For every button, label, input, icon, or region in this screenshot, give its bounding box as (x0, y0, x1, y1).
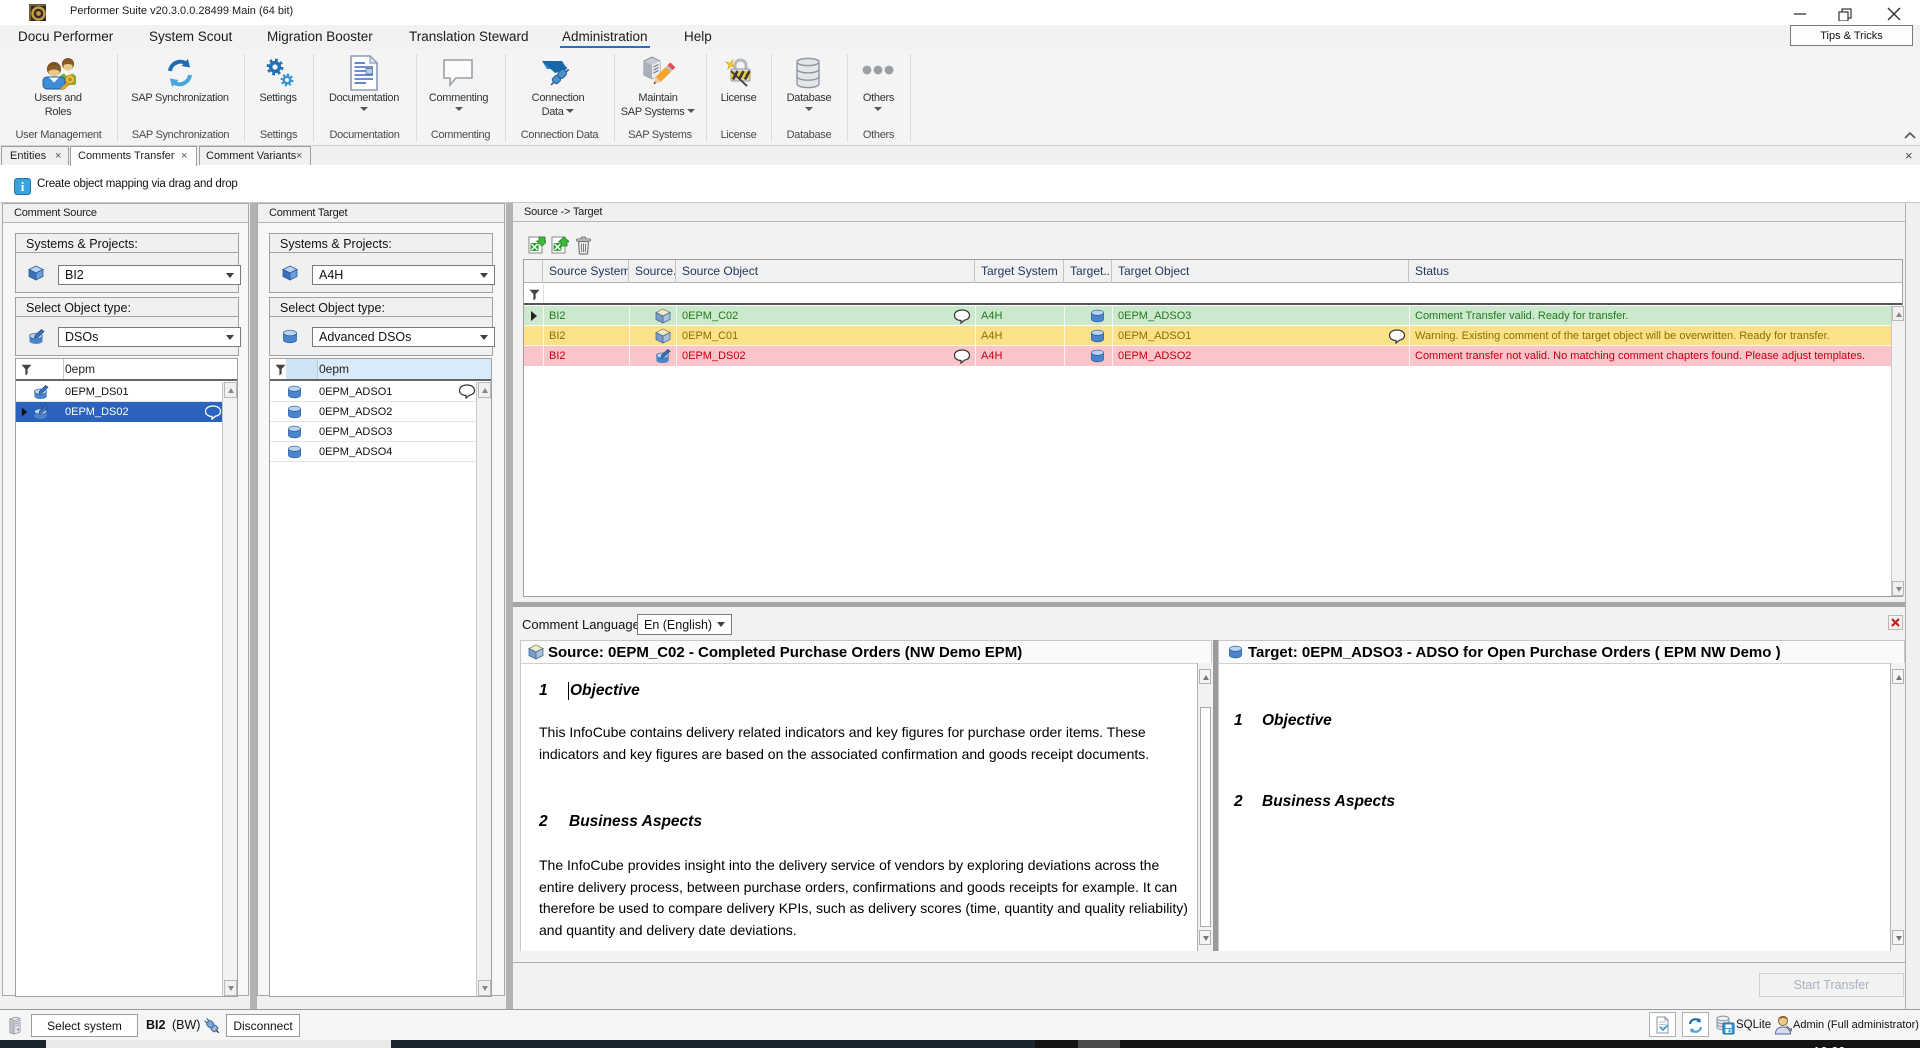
svg-text:i: i (21, 179, 25, 194)
